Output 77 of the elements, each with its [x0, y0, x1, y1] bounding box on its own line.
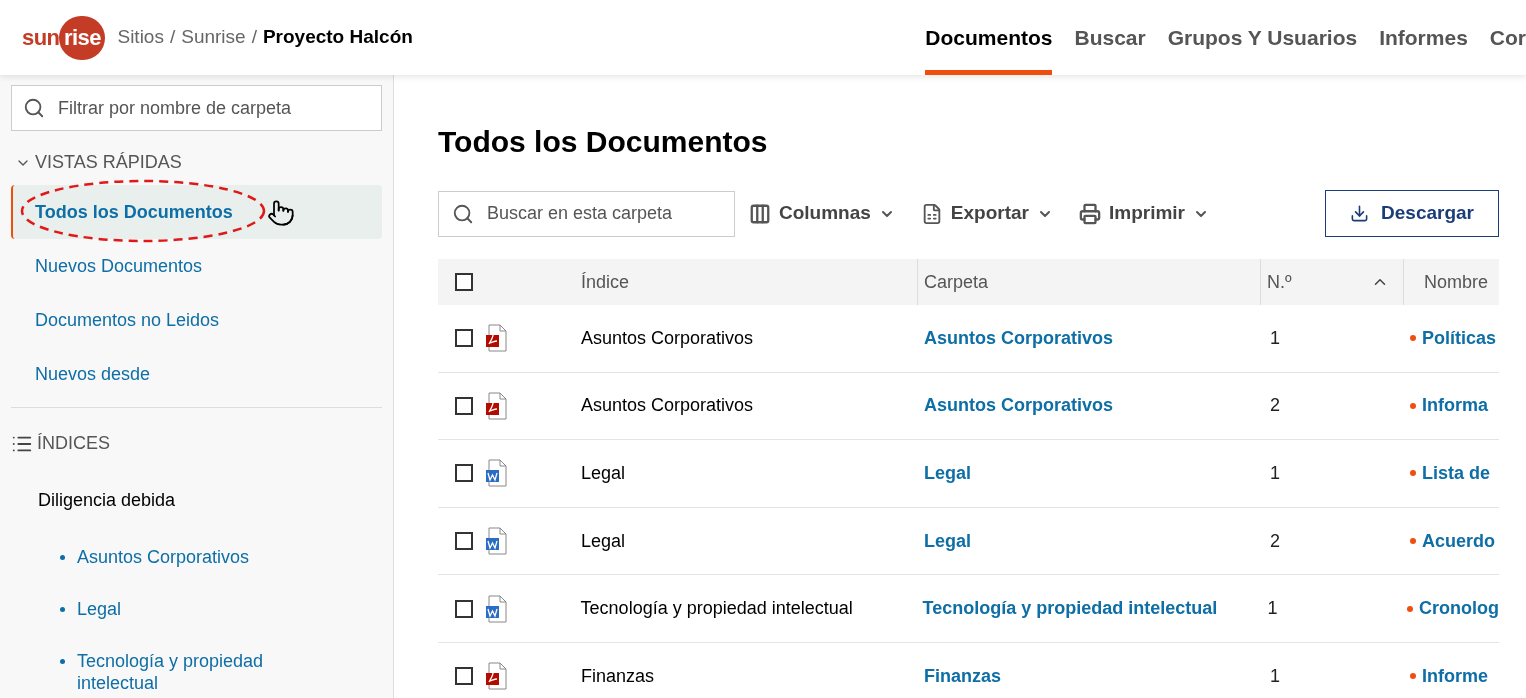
- section-heading: VISTAS RÁPIDAS: [35, 151, 182, 174]
- checkbox[interactable]: [455, 396, 473, 415]
- nav-tab[interactable]: Buscar: [1074, 0, 1146, 75]
- folder-link[interactable]: Finanzas: [924, 665, 1002, 686]
- index-link[interactable]: Legal: [77, 598, 297, 620]
- checkbox[interactable]: [455, 464, 473, 483]
- column-header[interactable]: N.º: [1267, 268, 1292, 296]
- word-file-icon: [485, 594, 509, 623]
- table-cell: Legal: [581, 463, 626, 483]
- document-link[interactable]: Acuerdo: [1422, 527, 1495, 555]
- nav-tab[interactable]: Cor: [1489, 0, 1526, 75]
- table-cell: 1: [1270, 665, 1280, 686]
- column-header[interactable]: Índice: [581, 268, 630, 296]
- checkbox[interactable]: [455, 329, 473, 348]
- section-heading: ÍNDICES: [37, 432, 110, 455]
- word-file-icon: [485, 527, 509, 556]
- search-icon: [23, 97, 45, 119]
- table-cell: 2: [1270, 395, 1280, 416]
- nav-tab[interactable]: Grupos Y Usuarios: [1167, 0, 1358, 75]
- document-link[interactable]: Cronolog: [1419, 595, 1499, 623]
- filter-field[interactable]: Filtrar por nombre de carpeta: [11, 85, 382, 131]
- nav-tab[interactable]: Documentos: [925, 0, 1053, 75]
- folder-link[interactable]: Legal: [924, 463, 971, 483]
- index-link[interactable]: Tecnología y propiedad intelectual: [77, 650, 297, 694]
- quick-view-link[interactable]: Nuevos desde: [11, 347, 382, 401]
- toolbar-button[interactable]: Exportar: [920, 199, 1053, 228]
- table-cell: Finanzas: [581, 665, 655, 686]
- table-cell: 1: [1270, 463, 1280, 483]
- breadcrumb-link[interactable]: Sitios: [117, 23, 164, 52]
- print-icon: [1079, 202, 1101, 225]
- document-link[interactable]: Políticas: [1422, 324, 1497, 352]
- index-item[interactable]: Diligencia debida: [38, 487, 382, 514]
- quick-view-link[interactable]: Documentos no Leidos: [11, 293, 382, 347]
- search-icon: [452, 202, 474, 225]
- pdf-file-icon: [485, 324, 509, 353]
- bullet-icon: [60, 659, 65, 664]
- checkbox[interactable]: [455, 599, 473, 618]
- folder-link[interactable]: Asuntos Corporativos: [924, 327, 1114, 348]
- download-icon: [1350, 204, 1370, 223]
- quick-view-link[interactable]: Todos los Documentos: [11, 185, 382, 239]
- pdf-file-icon: [485, 391, 509, 420]
- checkbox[interactable]: [455, 667, 473, 686]
- index-link[interactable]: Asuntos Corporativos: [77, 546, 297, 568]
- column-header[interactable]: Carpeta: [924, 268, 989, 296]
- table-cell: Legal: [581, 530, 626, 551]
- quick-view-link[interactable]: Nuevos Documentos: [11, 239, 382, 293]
- breadcrumb-separator: /: [251, 25, 257, 50]
- table-cell: Tecnología y propiedad intelectual: [580, 598, 853, 619]
- bullet-icon: [60, 607, 65, 612]
- table-cell: 1: [1270, 327, 1280, 348]
- checkbox[interactable]: [455, 532, 473, 551]
- folder-link[interactable]: Legal: [924, 530, 971, 551]
- checkbox[interactable]: [455, 273, 473, 291]
- page-title: Todos los Documentos: [438, 124, 769, 160]
- document-link[interactable]: Lista de: [1422, 460, 1491, 487]
- table-cell: Asuntos Corporativos: [581, 395, 754, 416]
- breadcrumb-current: Proyecto Halcón: [262, 25, 413, 50]
- pdf-file-icon: [485, 662, 509, 691]
- columns-icon: [749, 202, 771, 225]
- folder-link[interactable]: Asuntos Corporativos: [924, 395, 1114, 416]
- table-cell: 1: [1267, 598, 1278, 619]
- nav-tab[interactable]: Informes: [1379, 0, 1468, 75]
- breadcrumb-separator: /: [169, 25, 176, 50]
- word-file-icon: [485, 459, 509, 488]
- table-cell: Asuntos Corporativos: [581, 327, 754, 348]
- toolbar-button[interactable]: Columnas: [749, 199, 895, 228]
- document-link[interactable]: Informe: [1422, 662, 1488, 690]
- document-link[interactable]: Informa: [1422, 392, 1488, 420]
- breadcrumb-link[interactable]: Sunrise: [181, 23, 246, 52]
- table-cell: 2: [1270, 530, 1280, 551]
- toolbar-button[interactable]: Imprimir: [1079, 199, 1210, 228]
- search-field[interactable]: Buscar en esta carpeta: [438, 190, 735, 237]
- folder-link[interactable]: Tecnología y propiedad intelectual: [922, 598, 1218, 619]
- download-button[interactable]: Descargar: [1325, 190, 1499, 237]
- hand-cursor-icon: [267, 199, 295, 227]
- column-header[interactable]: Nombre: [1424, 268, 1489, 296]
- bullet-icon: [60, 555, 65, 560]
